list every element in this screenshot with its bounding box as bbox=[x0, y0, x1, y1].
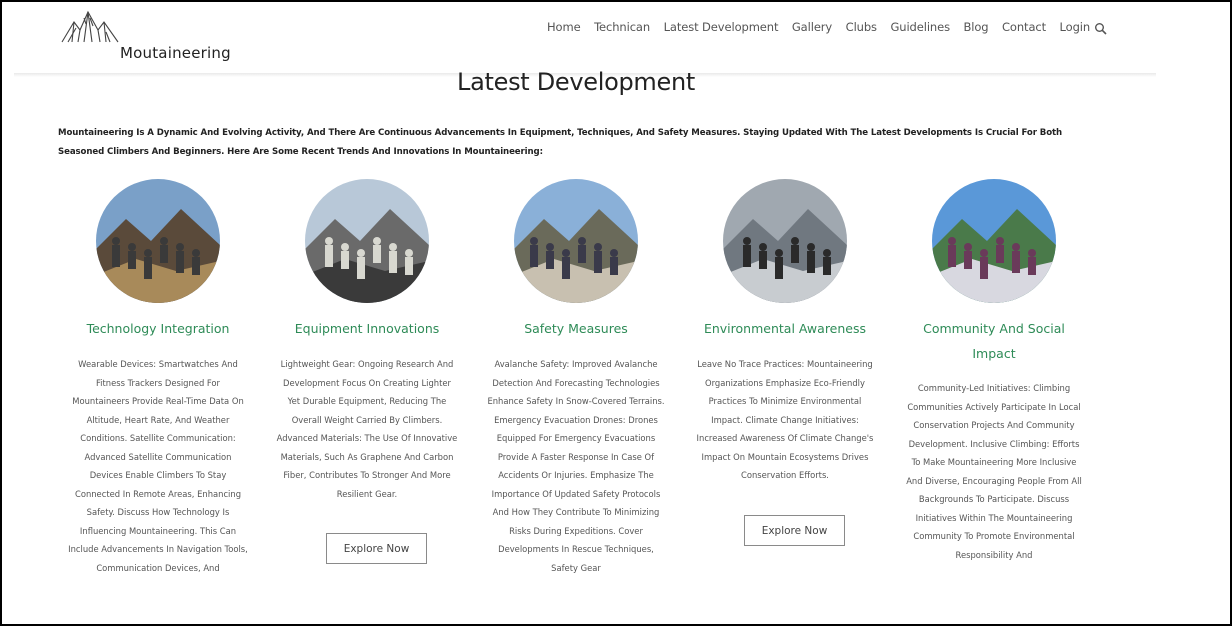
main-nav: Home Technican Latest Development Gallery Cl… bbox=[547, 20, 1107, 35]
nav-link-blog[interactable]: Blog bbox=[963, 20, 988, 34]
card-body-environmental-awareness: Leave No Trace Practices: Mountaineering… bbox=[696, 359, 874, 480]
nav-link-latest-development[interactable]: Latest Development bbox=[664, 20, 779, 34]
search-icon[interactable] bbox=[1094, 21, 1108, 35]
card-photo-safety-measures bbox=[514, 179, 638, 303]
explore-now-button[interactable]: Explore Now bbox=[326, 533, 427, 564]
card-title-community-and-social-impact: Community And Social Impact bbox=[923, 321, 1065, 361]
nav-link-contact[interactable]: Contact bbox=[1002, 20, 1046, 34]
nav-link-gallery[interactable]: Gallery bbox=[792, 20, 832, 34]
card-title-technology-integration: Technology Integration bbox=[86, 321, 230, 336]
nav-link-technican[interactable]: Technican bbox=[594, 20, 650, 34]
site-header: Moutaineering Home Technican Latest Develo… bbox=[14, 2, 1156, 74]
card-photo-community-and-social-impact bbox=[932, 179, 1056, 303]
card-photo-technology-integration bbox=[96, 179, 220, 303]
intro-paragraph: Mountaineering Is A Dynamic And Evolving… bbox=[58, 128, 1063, 157]
card-title-environmental-awareness: Environmental Awareness bbox=[703, 321, 867, 336]
card-photo-equipment-innovations bbox=[305, 179, 429, 303]
nav-link-clubs[interactable]: Clubs bbox=[846, 20, 877, 34]
card-photo-environmental-awareness bbox=[723, 179, 847, 303]
brand-name: Moutaineering bbox=[120, 44, 231, 62]
mountain-icon bbox=[61, 10, 119, 43]
explore-now-button[interactable]: Explore Now bbox=[744, 515, 845, 546]
nav-link-guidelines[interactable]: Guidelines bbox=[890, 20, 950, 34]
card-body-community-and-social-impact: Community-Led Initiatives: Climbing Comm… bbox=[906, 383, 1082, 560]
nav-link-login[interactable]: Login bbox=[1060, 20, 1091, 34]
card-body-safety-measures: Avalanche Safety: Improved Avalanche Det… bbox=[487, 359, 665, 573]
card-title-equipment-innovations: Equipment Innovations bbox=[294, 321, 440, 336]
page-title: Latest Development bbox=[457, 68, 695, 96]
site-logo[interactable]: Moutaineering bbox=[60, 8, 260, 68]
card-body-technology-integration: Wearable Devices: Smartwatches And Fitne… bbox=[68, 359, 248, 573]
card-title-safety-measures: Safety Measures bbox=[524, 321, 628, 336]
nav-link-home[interactable]: Home bbox=[547, 20, 581, 34]
